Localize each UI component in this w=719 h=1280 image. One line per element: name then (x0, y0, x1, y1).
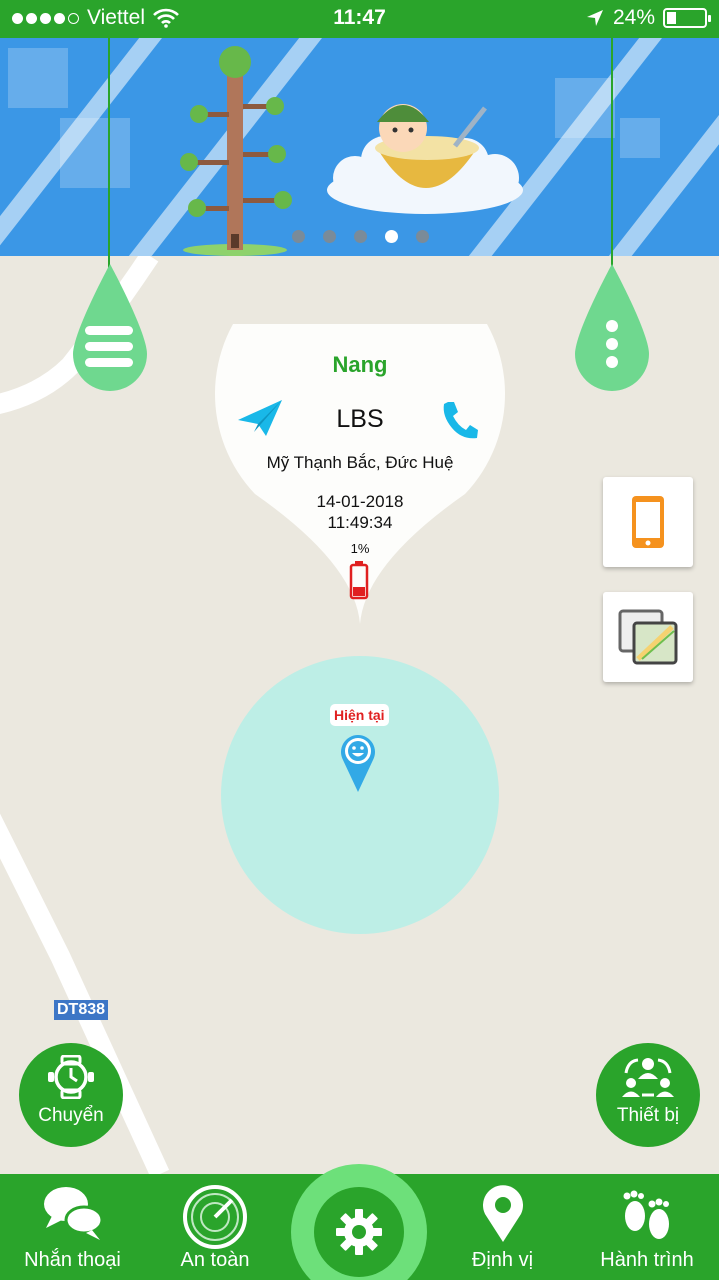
tab-voice-chat[interactable]: Nhắn thoại (0, 1174, 145, 1280)
device-battery-percent: 1% (350, 541, 370, 556)
smartphone-icon (632, 496, 664, 548)
devices-button[interactable]: Thiết bị (596, 1043, 700, 1147)
update-time: 11:49:34 (327, 513, 393, 532)
update-date: 14-01-2018 (316, 492, 404, 511)
menu-button[interactable] (73, 262, 147, 392)
devices-label: Thiết bị (616, 1105, 680, 1126)
smartwatch-icon (48, 1055, 94, 1099)
page-dot[interactable] (416, 230, 429, 243)
location-arrow-icon (586, 10, 603, 26)
low-battery-icon (349, 561, 369, 600)
device-view-button[interactable] (603, 477, 693, 567)
address: Mỹ Thạnh Bắc, Đức Huệ (266, 453, 454, 472)
status-bar: Viettel 11:47 24% (0, 0, 719, 38)
map-layer-button[interactable] (603, 592, 693, 682)
child-in-bowl-illustration (327, 104, 523, 214)
gear-icon (336, 1209, 382, 1255)
chat-icon (43, 1187, 103, 1240)
switch-label: Chuyển (38, 1105, 104, 1126)
more-options-button[interactable] (575, 262, 649, 392)
rope-left (108, 38, 110, 268)
group-swap-icon (622, 1058, 674, 1097)
radar-icon (183, 1185, 247, 1249)
current-location-label: Hiện tại (330, 704, 389, 726)
page-dot[interactable] (323, 230, 336, 243)
tree-illustration (180, 46, 292, 256)
map-layers-icon (618, 609, 678, 665)
tab-label: Hành trình (600, 1249, 694, 1271)
call-icon[interactable] (440, 400, 478, 440)
tab-safety[interactable]: An toàn (145, 1174, 285, 1280)
location-pin-icon (482, 1185, 523, 1242)
location-marker-icon[interactable] (339, 730, 377, 794)
road-label: DT838 (54, 1000, 109, 1020)
switch-button[interactable]: Chuyển (19, 1043, 123, 1147)
battery-icon (663, 8, 711, 28)
rope-right (611, 38, 613, 268)
footprints-icon (623, 1190, 669, 1239)
device-name: Nang (332, 352, 388, 377)
tab-label: An toàn (180, 1249, 250, 1271)
tab-locate[interactable]: Định vị (430, 1174, 575, 1280)
tab-label: Nhắn thoại (24, 1249, 121, 1271)
accuracy-circle (221, 656, 499, 934)
more-vertical-icon (606, 320, 618, 368)
tab-journey[interactable]: Hành trình (575, 1174, 719, 1280)
hamburger-menu-icon (85, 326, 133, 367)
page-dot[interactable] (292, 230, 305, 243)
page-dot[interactable] (354, 230, 367, 243)
banner-pagination[interactable] (292, 230, 429, 243)
battery-percent: 24% (612, 6, 655, 29)
tab-label: Định vị (471, 1249, 534, 1271)
page-dot-active[interactable] (385, 230, 398, 243)
